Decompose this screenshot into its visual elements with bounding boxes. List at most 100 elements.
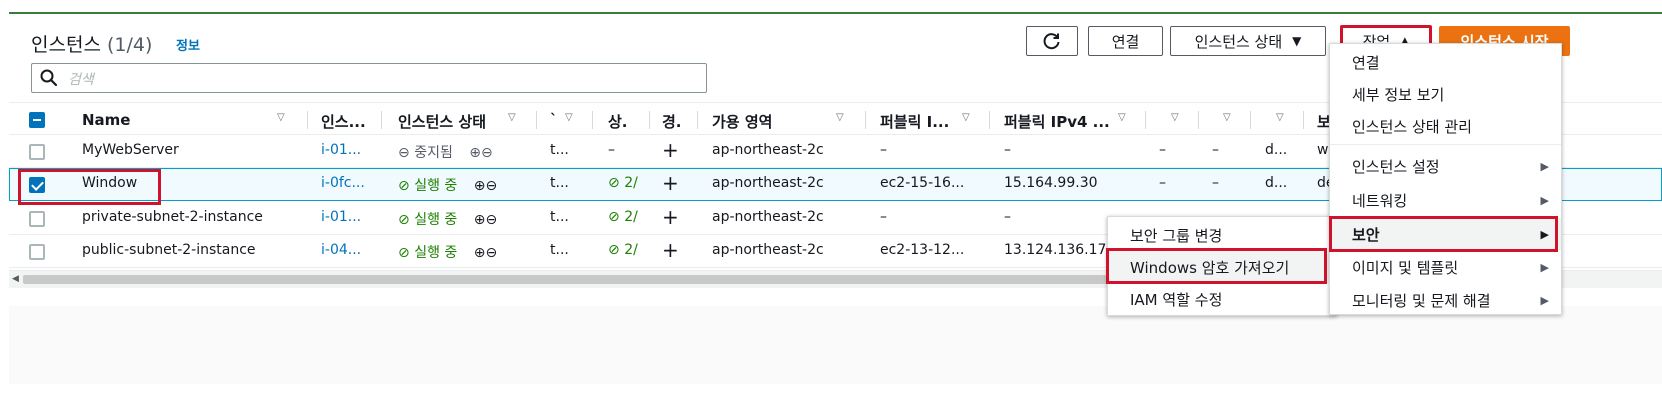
column-divider[interactable] xyxy=(649,111,650,129)
instance-count: (1/4) xyxy=(106,34,153,56)
cell-public-ip: 13.124.136.171 xyxy=(1004,242,1116,258)
cell-instance-id[interactable]: i-04... xyxy=(321,242,361,258)
menu-item-change-security-group[interactable]: 보안 그룹 변경 xyxy=(1108,219,1336,251)
col-public-dns[interactable]: 퍼블릭 I... xyxy=(880,111,949,132)
cell-name: private-subnet-2-instance xyxy=(82,209,263,225)
sort-icon[interactable]: ▽ xyxy=(508,112,516,123)
cell-instance-id[interactable]: i-01... xyxy=(321,142,361,158)
cell-name: public-subnet-2-instance xyxy=(82,242,256,258)
sort-icon[interactable]: ▽ xyxy=(565,112,573,123)
menu-item-instance-settings[interactable]: 인스턴스 설정 ▶ xyxy=(1330,150,1561,182)
column-divider[interactable] xyxy=(536,111,537,129)
add-alarm-icon[interactable]: + xyxy=(662,171,679,195)
column-divider[interactable] xyxy=(1250,111,1251,129)
sort-icon[interactable]: ▽ xyxy=(277,112,285,123)
add-alarm-icon[interactable]: + xyxy=(662,238,679,262)
search-icon xyxy=(40,69,58,87)
info-link[interactable]: 정보 xyxy=(176,35,200,54)
column-divider[interactable] xyxy=(989,111,990,129)
add-alarm-icon[interactable]: + xyxy=(662,138,679,162)
zoom-out-icon[interactable]: ⊖ xyxy=(485,245,497,261)
status-text: 2/ xyxy=(624,209,638,225)
column-divider[interactable] xyxy=(697,111,698,129)
column-divider[interactable] xyxy=(865,111,866,129)
state-text: 중지됨 xyxy=(414,145,453,161)
col-name[interactable]: Name xyxy=(82,111,130,129)
connect-button[interactable]: 연결 xyxy=(1088,26,1163,56)
col-alarm[interactable]: 경. xyxy=(662,111,682,132)
cell-public-dns: – xyxy=(880,209,887,225)
menu-item-modify-iam-role[interactable]: IAM 역할 수정 xyxy=(1108,283,1336,315)
running-icon: ⊘ xyxy=(398,178,410,194)
instance-state-button[interactable]: 인스턴스 상태 ▼ xyxy=(1170,26,1326,56)
zoom-out-icon[interactable]: ⊖ xyxy=(481,145,493,161)
scrollbar-thumb[interactable] xyxy=(23,275,1123,284)
menu-item-networking[interactable]: 네트워킹 ▶ xyxy=(1330,184,1561,216)
running-icon: ⊘ xyxy=(398,245,410,261)
chevron-right-icon: ▶ xyxy=(1540,293,1549,307)
column-divider[interactable] xyxy=(1303,111,1304,129)
scroll-left-icon[interactable]: ◀ xyxy=(12,274,19,284)
col-status-check[interactable]: 상. xyxy=(608,111,628,132)
instance-state-label: 인스턴스 상태 xyxy=(1194,32,1283,51)
menu-item-label: 모니터링 및 문제 해결 xyxy=(1352,291,1491,310)
col-type[interactable]: ` xyxy=(550,111,558,129)
check-icon: ⊘ xyxy=(608,175,620,191)
cell-instance-id[interactable]: i-0fc... xyxy=(321,175,365,191)
sort-icon[interactable]: ▽ xyxy=(962,112,970,123)
state-text: 실행 중 xyxy=(414,212,458,228)
zoom-in-icon[interactable]: ⊕ xyxy=(474,245,486,261)
highlight-windows-password xyxy=(1106,248,1327,284)
column-divider[interactable] xyxy=(1145,111,1146,129)
cell-type: t... xyxy=(550,209,569,225)
column-divider[interactable] xyxy=(381,111,382,129)
zoom-in-icon[interactable]: ⊕ xyxy=(474,212,486,228)
search-input[interactable]: 검색 xyxy=(31,63,707,93)
status-text: 2/ xyxy=(624,242,638,258)
row-checkbox[interactable] xyxy=(29,244,45,260)
menu-item-manage-state[interactable]: 인스턴스 상태 관리 xyxy=(1330,110,1561,142)
row-checkbox[interactable] xyxy=(29,211,45,227)
col-instance-id[interactable]: 인스... xyxy=(321,111,366,132)
add-alarm-icon[interactable]: + xyxy=(662,205,679,229)
menu-item-images-templates[interactable]: 이미지 및 템플릿 ▶ xyxy=(1330,251,1561,283)
refresh-button[interactable] xyxy=(1026,26,1078,56)
cell-state: ⊘ 실행 중 ⊕⊖ xyxy=(398,209,497,229)
state-text: 실행 중 xyxy=(414,178,458,194)
zoom-out-icon[interactable]: ⊖ xyxy=(485,212,497,228)
zoom-in-icon[interactable]: ⊕ xyxy=(474,178,486,194)
cell-instance-id[interactable]: i-01... xyxy=(321,209,361,225)
menu-item-label: 인스턴스 설정 xyxy=(1352,157,1440,176)
sort-icon[interactable]: ▽ xyxy=(1118,112,1126,123)
sort-icon[interactable]: ▽ xyxy=(836,112,844,123)
actions-menu: 연결 세부 정보 보기 인스턴스 상태 관리 인스턴스 설정 ▶ 네트워킹 ▶ … xyxy=(1329,43,1562,315)
cell-state: ⊘ 실행 중 ⊕⊖ xyxy=(398,175,497,195)
highlight-security-item xyxy=(1329,216,1558,252)
cell-name: MyWebServer xyxy=(82,142,179,158)
sort-icon[interactable]: ▽ xyxy=(1276,112,1284,123)
column-divider[interactable] xyxy=(307,111,308,129)
col-public-ip[interactable]: 퍼블릭 IPv4 ... xyxy=(1004,111,1110,132)
menu-item-connect[interactable]: 연결 xyxy=(1330,46,1561,78)
sort-icon[interactable]: ▽ xyxy=(1171,112,1179,123)
sort-icon[interactable]: ▽ xyxy=(1223,112,1231,123)
row-checkbox[interactable] xyxy=(29,144,45,160)
cell-public-dns: ec2-15-16... xyxy=(880,175,965,191)
column-divider[interactable] xyxy=(1198,111,1199,129)
zoom-out-icon[interactable]: ⊖ xyxy=(485,178,497,194)
cell-extra: – xyxy=(1159,175,1166,191)
zoom-in-icon[interactable]: ⊕ xyxy=(469,145,481,161)
menu-item-monitoring[interactable]: 모니터링 및 문제 해결 ▶ xyxy=(1330,284,1561,316)
select-all-checkbox[interactable] xyxy=(29,112,45,128)
col-az[interactable]: 가용 영역 xyxy=(712,111,772,132)
col-instance-state[interactable]: 인스턴스 상태 xyxy=(398,111,486,132)
cell-az: ap-northeast-2c xyxy=(712,142,824,158)
cell-az: ap-northeast-2c xyxy=(712,209,824,225)
column-divider[interactable] xyxy=(592,111,593,129)
stopped-icon: ⊖ xyxy=(398,145,410,161)
cell-extra: d... xyxy=(1265,142,1288,158)
chevron-right-icon: ▶ xyxy=(1540,193,1549,207)
cell-public-ip: – xyxy=(1004,209,1011,225)
cell-type: t... xyxy=(550,175,569,191)
menu-item-view-details[interactable]: 세부 정보 보기 xyxy=(1330,78,1561,110)
